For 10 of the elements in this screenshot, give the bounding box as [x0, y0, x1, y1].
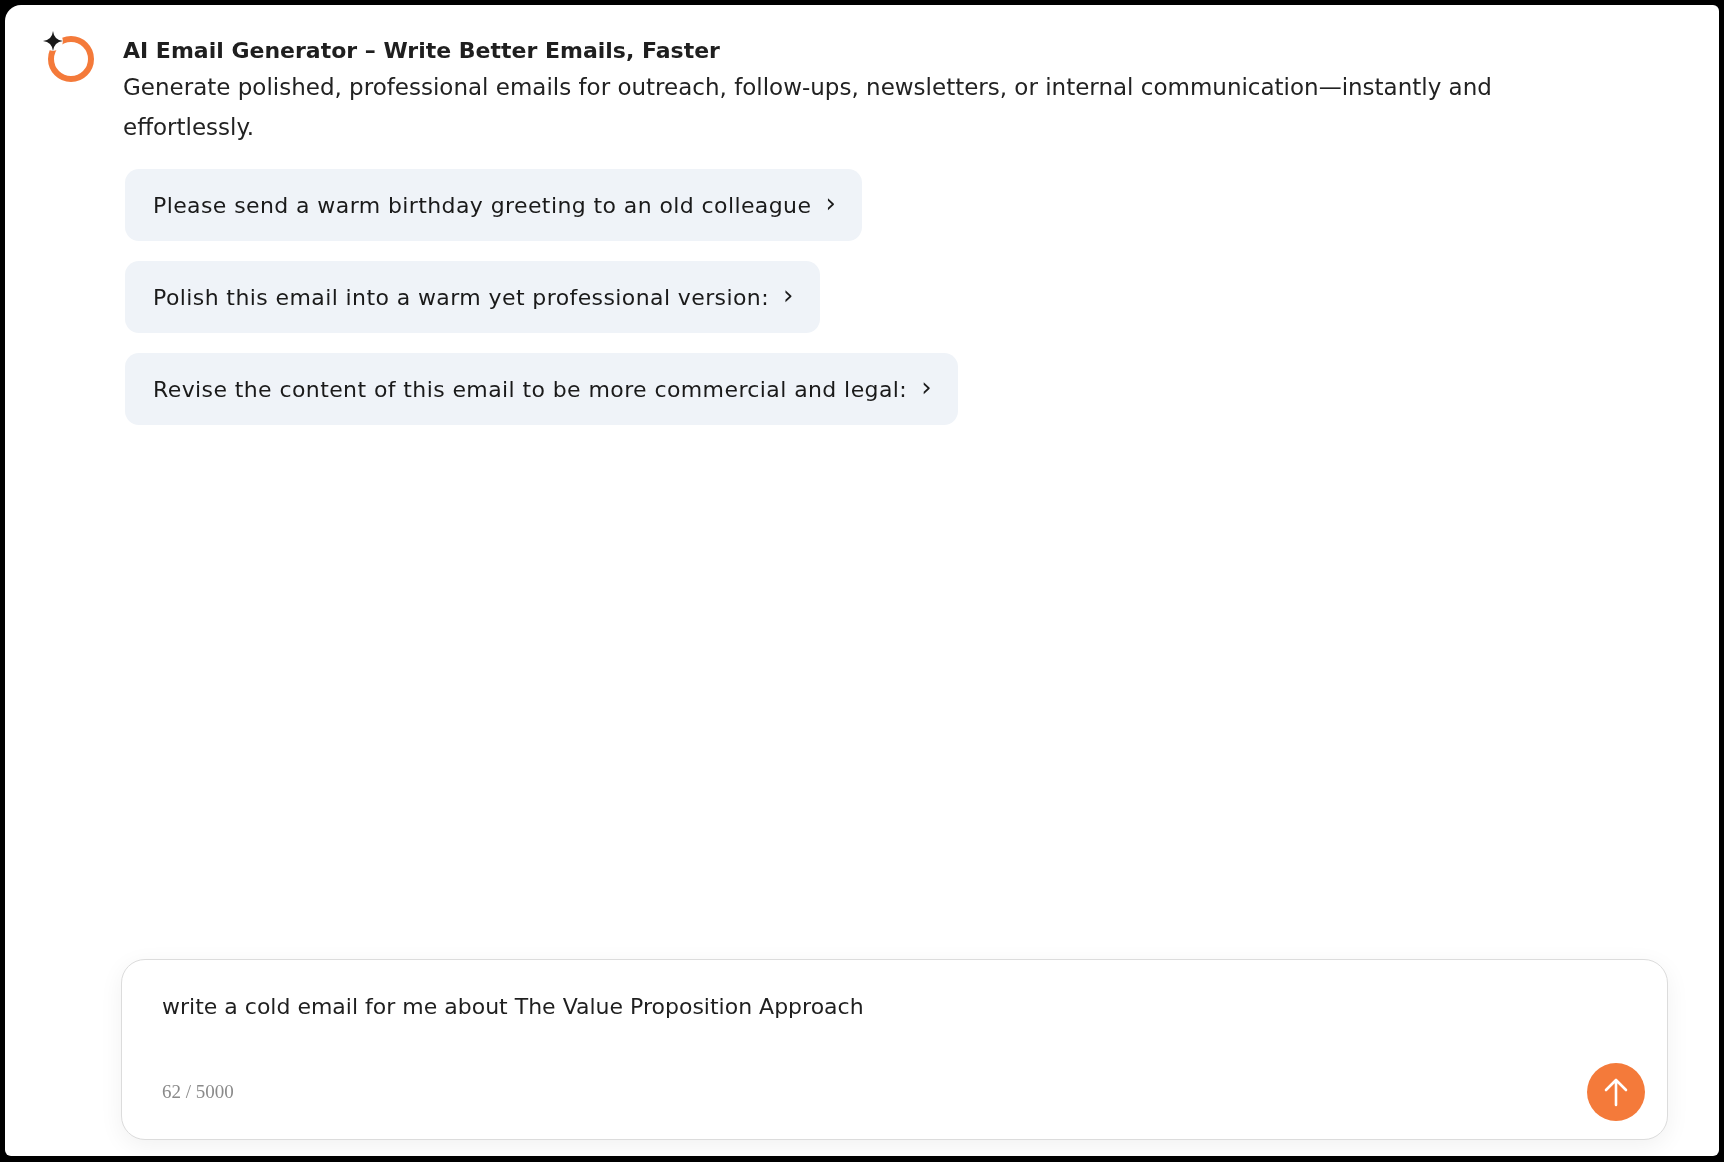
page-title: AI Email Generator – Write Better Emails, Faster	[123, 37, 721, 65]
send-button[interactable]	[1587, 1063, 1645, 1121]
page-description: Generate polished, professional emails for outreach, follow-ups, newsletters, or internal communication—instantly and effortlessly.	[123, 73, 1493, 142]
character-counter: 62 / 5000	[162, 1081, 234, 1103]
suggestion-chip[interactable]: Please send a warm birthday greeting to an old colleague ›	[125, 169, 863, 241]
logo-icon	[41, 29, 97, 85]
arrow-up-icon	[1603, 1077, 1629, 1107]
suggestion-chip[interactable]: Revise the content of this email to be more commercial and legal: ›	[125, 353, 958, 425]
suggestion-chip[interactable]: Polish this email into a warm yet professional version: ›	[125, 261, 820, 333]
message-input[interactable]: write a cold email for me about The Value Proposition Approach	[162, 994, 1462, 1019]
